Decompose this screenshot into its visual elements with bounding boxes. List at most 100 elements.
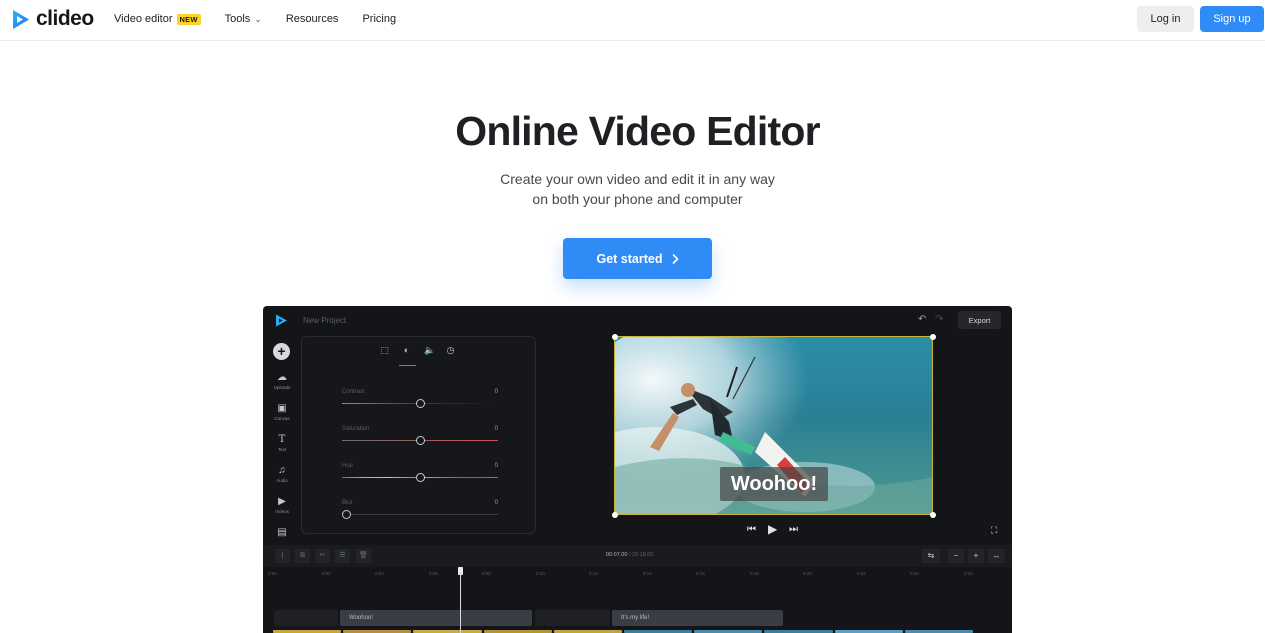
speed-tab-icon[interactable]: ◷	[446, 345, 455, 355]
top-navigation: clideo Video editor NEW Tools ⌄ Resource…	[0, 0, 1265, 41]
resize-handle-bottom-right[interactable]	[930, 512, 936, 518]
saturation-value: 0	[494, 426, 498, 432]
ruler-tick: 0:08	[482, 571, 491, 576]
sidebar-label-canvas: Canvas	[274, 416, 290, 421]
hero-subtitle-line-1: Create your own video and edit it in any…	[500, 171, 775, 187]
blur-value: 0	[494, 500, 498, 506]
sidebar-label-uploads: Uploads	[273, 385, 291, 390]
editor-header: New Project ↶ ↷ Export	[263, 306, 1012, 335]
video-caption-text[interactable]: Woohoo!	[720, 467, 828, 501]
ruler-tick: 0:00	[268, 571, 277, 576]
ruler-tick: 0:02	[322, 571, 331, 576]
nav-pricing-label: Pricing	[362, 13, 397, 25]
canvas-icon: ▣	[277, 403, 287, 414]
hero-subtitle: Create your own video and edit it in any…	[0, 169, 1265, 209]
nav-tools-label: Tools	[224, 13, 251, 25]
contrast-knob[interactable]	[416, 399, 425, 408]
get-started-label: Get started	[596, 251, 663, 266]
ruler-tick: 0:22	[857, 571, 866, 576]
ruler-tick: 0:18	[750, 571, 759, 576]
clideo-logo[interactable]: clideo	[11, 8, 94, 30]
adjust-panel: ⬚ ◐ 🔈 ◷ Contrast 0 Saturation 0 Hue 0 Bl…	[301, 336, 536, 534]
clideo-logo-icon	[13, 9, 29, 29]
hero-subtitle-line-2: on both your phone and computer	[532, 191, 743, 207]
ruler-tick: 0:04	[375, 571, 384, 576]
zoom-out-icon[interactable]: −	[948, 549, 964, 563]
undo-icon[interactable]: ↶	[918, 314, 926, 325]
sidebar-item-image[interactable]: ▤	[263, 527, 301, 538]
ruler-tick: 0:14	[643, 571, 652, 576]
audio-icon: ♫	[278, 465, 286, 476]
sidebar-item-audio[interactable]: ♫ Audio	[263, 465, 301, 483]
play-icon[interactable]: ▶	[768, 522, 777, 536]
signup-button[interactable]: Sign up	[1200, 6, 1264, 32]
nav-pricing[interactable]: Pricing	[362, 13, 396, 25]
add-media-button[interactable]: +	[273, 343, 290, 360]
editor-preview: New Project ↶ ↷ Export + ☁ Uploads ▣ Can…	[263, 306, 1012, 633]
blur-label: Blur	[342, 500, 353, 506]
nav-resources-label: Resources	[285, 13, 339, 25]
text-clip[interactable]: Woohoo!	[340, 610, 532, 626]
ruler-tick: 0:24	[910, 571, 919, 576]
timeline-ruler: 0:00 0:02 0:04 0:06 0:08 0:10 0:12 0:14 …	[263, 567, 1012, 581]
fit-timeline-icon[interactable]: ⇆	[922, 549, 940, 563]
editor-logo-icon	[276, 314, 287, 327]
text-clip-label: Woohoo!	[349, 615, 373, 621]
sidebar-item-videos[interactable]: ▶ Videos	[263, 496, 301, 514]
sidebar-item-canvas[interactable]: ▣ Canvas	[263, 403, 301, 421]
empty-track-segment	[274, 610, 338, 626]
hue-knob[interactable]	[416, 473, 425, 482]
saturation-knob[interactable]	[416, 436, 425, 445]
resize-handle-top-right[interactable]	[930, 334, 936, 340]
expand-timeline-icon[interactable]: ↔	[988, 549, 1005, 563]
chevron-right-icon	[672, 253, 678, 264]
duplicate-icon[interactable]: ⧉	[295, 549, 310, 563]
export-button[interactable]: Export	[958, 311, 1001, 329]
blur-knob[interactable]	[342, 510, 351, 519]
nav-resources[interactable]: Resources	[286, 13, 339, 25]
chevron-down-icon: ⌄	[254, 13, 262, 24]
nav-video-editor[interactable]: Video editor NEW	[114, 13, 201, 25]
logo-text: clideo	[36, 7, 94, 30]
empty-track-segment	[535, 610, 610, 626]
skip-forward-icon[interactable]: ⏭	[789, 524, 798, 535]
image-icon: ▤	[277, 527, 287, 538]
hue-value: 0	[494, 463, 498, 469]
text-clip[interactable]: It's my life!	[612, 610, 783, 626]
ruler-tick: 0:10	[536, 571, 545, 576]
ruler-tick: 0:12	[589, 571, 598, 576]
split-icon[interactable]: ❘	[275, 549, 290, 563]
volume-tab-icon[interactable]: 🔈	[424, 345, 435, 355]
login-button[interactable]: Log in	[1137, 6, 1194, 32]
active-tab-indicator	[399, 365, 416, 366]
main-nav: Video editor NEW Tools ⌄ Resources Prici…	[114, 0, 420, 38]
sidebar-item-text[interactable]: T Text	[263, 434, 301, 452]
zoom-in-icon[interactable]: +	[968, 549, 984, 563]
saturation-label: Saturation	[342, 426, 370, 432]
ruler-tick: 0:16	[696, 571, 705, 576]
ruler-tick: 0:06	[429, 571, 438, 576]
get-started-button[interactable]: Get started	[563, 238, 712, 279]
trim-icon[interactable]: ✂	[315, 549, 330, 563]
crop-tab-icon[interactable]: ⬚	[380, 345, 389, 355]
resize-handle-top-left[interactable]	[612, 334, 618, 340]
nav-video-editor-label: Video editor	[114, 13, 173, 25]
adjust-tab-icon[interactable]: ◐	[402, 345, 411, 355]
sidebar-item-uploads[interactable]: ☁ Uploads	[263, 372, 301, 390]
project-name: New Project	[303, 316, 347, 325]
hue-label: Hue	[342, 463, 354, 469]
layers-icon[interactable]: ☰	[335, 549, 350, 563]
delete-icon[interactable]: 🗑	[356, 549, 371, 563]
playhead[interactable]	[460, 572, 461, 633]
blur-track[interactable]	[342, 514, 498, 515]
current-time: 00:07.00	[606, 552, 628, 558]
nav-tools[interactable]: Tools ⌄	[225, 13, 262, 25]
sidebar-label-videos: Videos	[275, 509, 289, 514]
new-badge: NEW	[176, 13, 201, 25]
skip-back-icon[interactable]: ⏮	[747, 524, 756, 535]
redo-icon[interactable]: ↷	[935, 314, 943, 325]
upload-icon: ☁	[277, 372, 287, 383]
resize-handle-bottom-left[interactable]	[612, 512, 618, 518]
timeline-toolbar: ❘ ⧉ ✂ ☰ 🗑 00:07.00 / 26:18.00 ⇆ − + ↔	[263, 545, 1012, 567]
fullscreen-icon[interactable]: ⛶	[991, 525, 997, 536]
